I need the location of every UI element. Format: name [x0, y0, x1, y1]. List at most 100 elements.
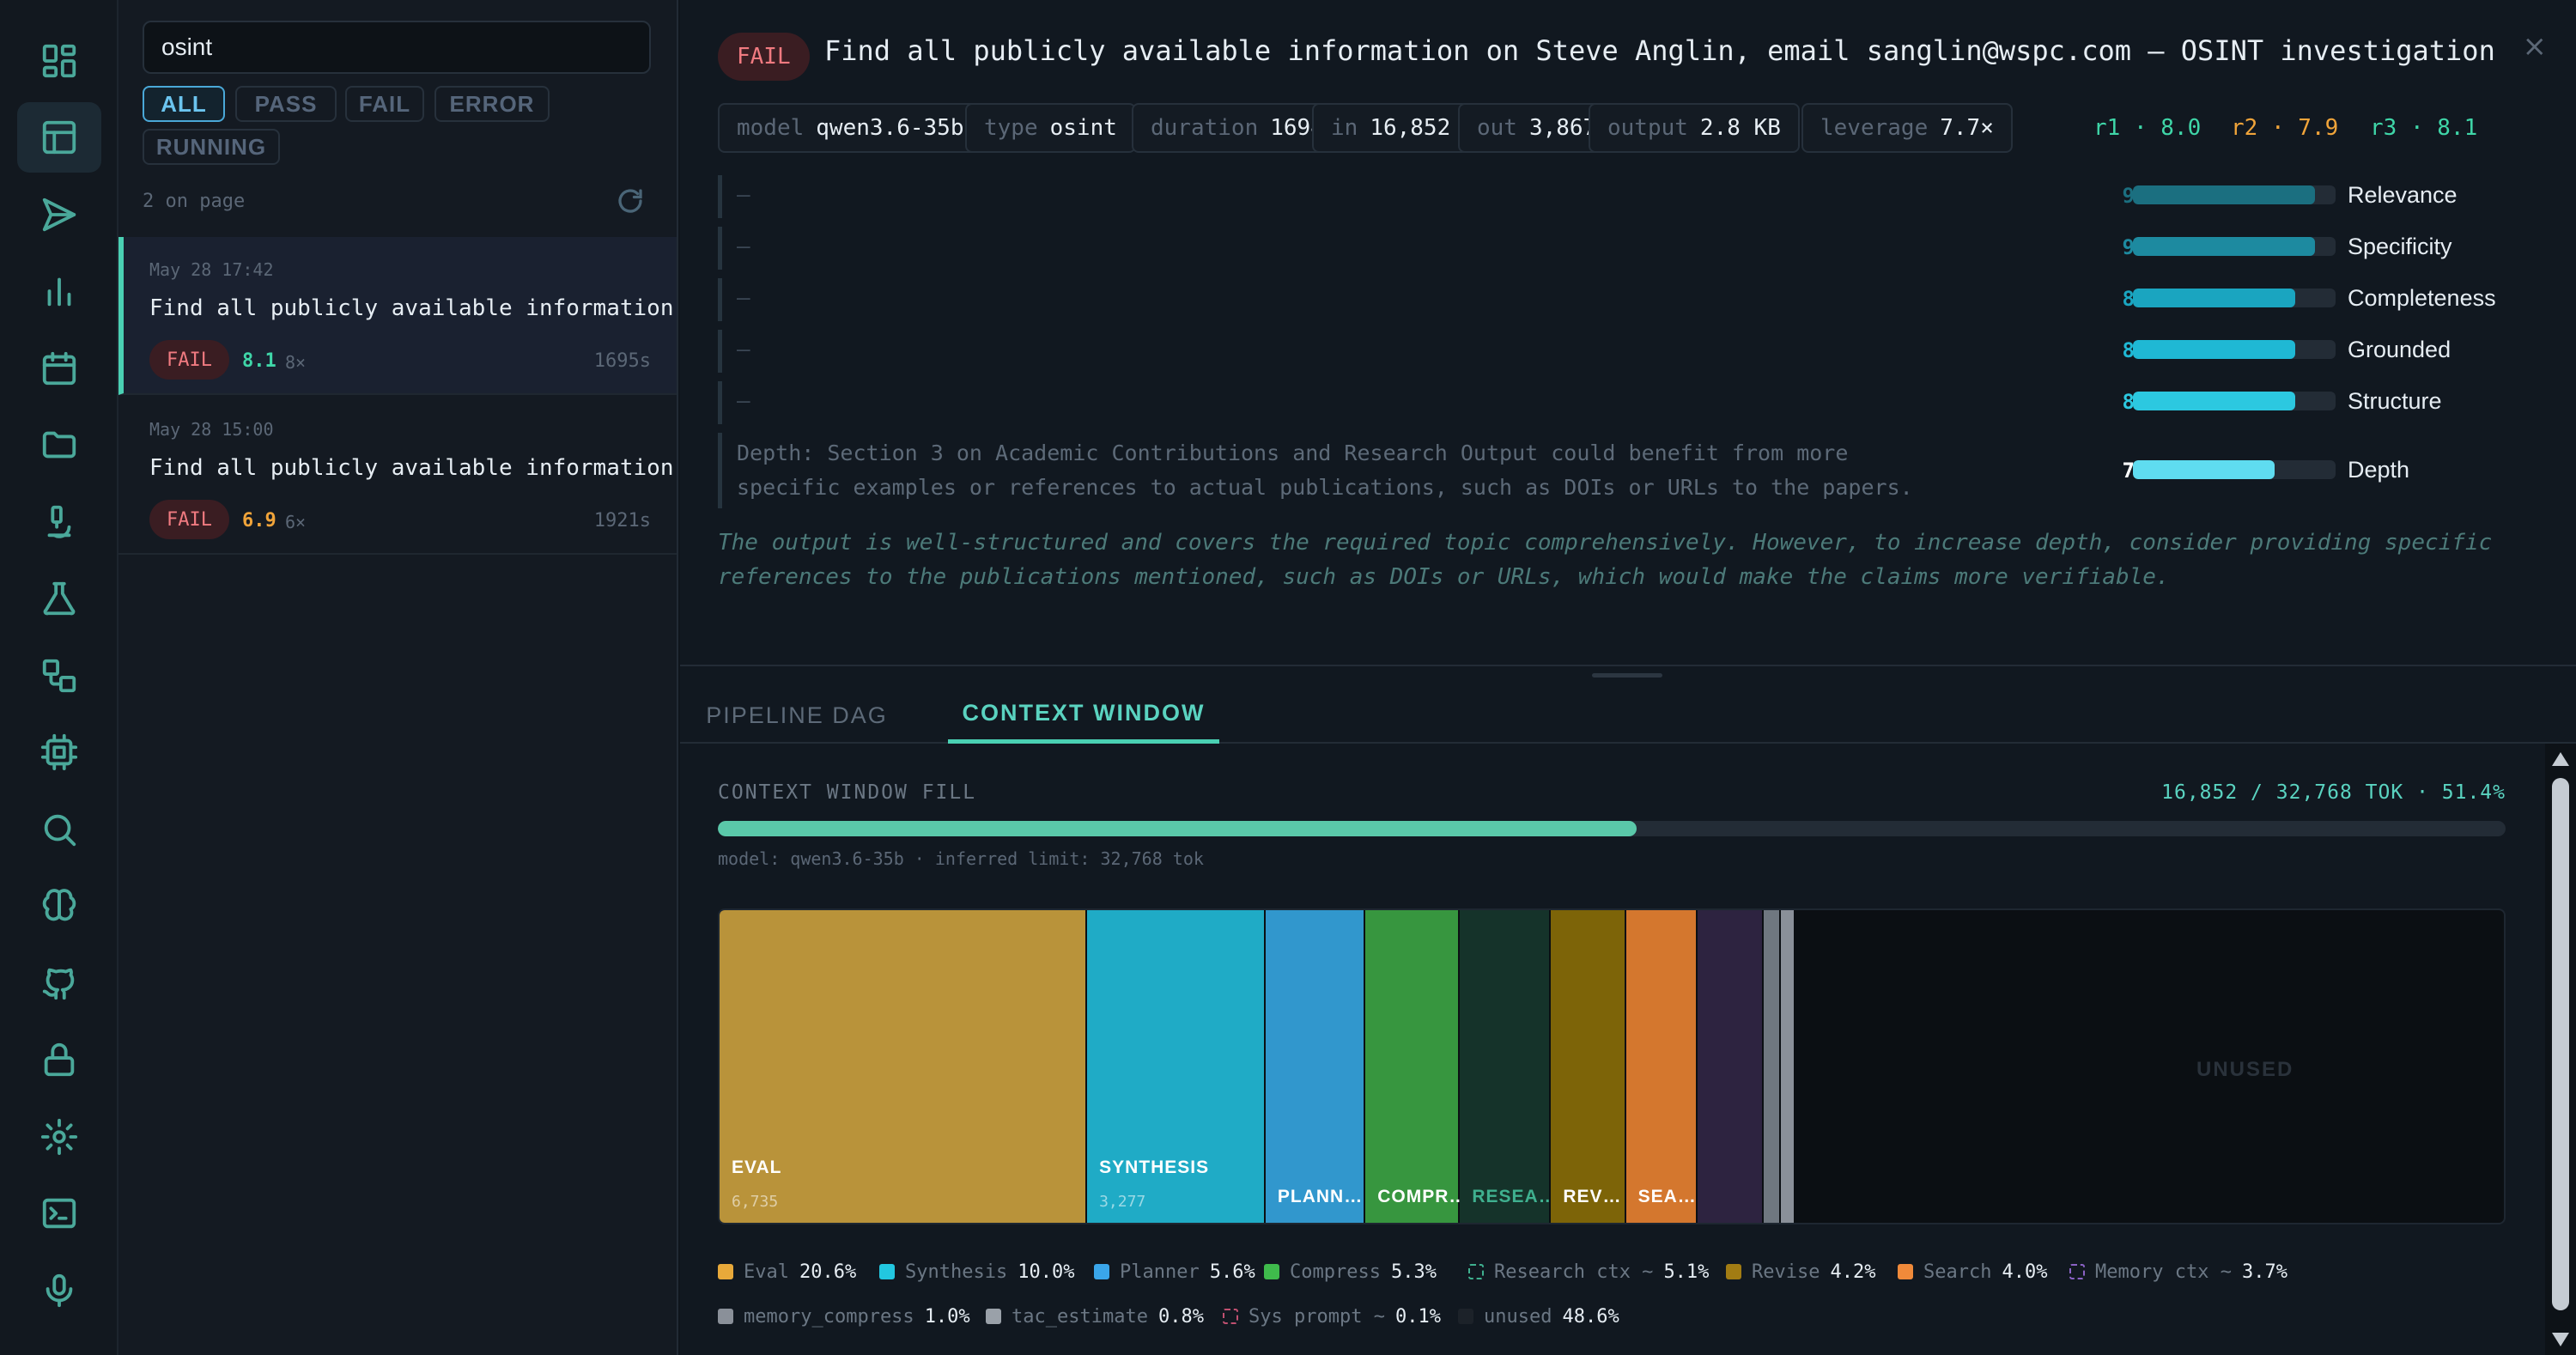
context-heading: CONTEXT WINDOW FILL [718, 781, 977, 804]
run-date: May 28 15:00 [149, 419, 274, 440]
context-segment[interactable]: COMPR… [1365, 910, 1467, 1223]
critique-empty: — [737, 234, 750, 259]
filter-chip-pass[interactable]: PASS [235, 86, 337, 122]
context-fill-bar-fill [718, 821, 1637, 836]
microscope-icon[interactable] [17, 487, 101, 557]
critique-bar [718, 433, 722, 508]
meta-value: 3,867 [1528, 115, 1597, 141]
filter-chip-error[interactable]: ERROR [434, 86, 550, 122]
score-label: Completeness [2348, 285, 2496, 311]
legend-name: Memory ctx ~ [2095, 1261, 2232, 1283]
brain-icon[interactable] [17, 871, 101, 941]
legend-swatch [1458, 1309, 1473, 1324]
status-badge: FAIL [718, 33, 810, 81]
meta-key: leverage [1820, 115, 1929, 141]
segment-tokens: 3,277 [1099, 1193, 1146, 1211]
context-segment[interactable] [1795, 910, 1798, 1223]
context-segment[interactable]: PLANN… [1265, 910, 1366, 1223]
status-badge: FAIL [149, 500, 229, 539]
refresh-icon[interactable] [615, 185, 646, 216]
dashboard-icon[interactable] [17, 26, 101, 96]
mic-icon[interactable] [17, 1255, 101, 1326]
legend-item: Revise 4.2% [1726, 1259, 1875, 1285]
tab-pipeline-dag[interactable]: PIPELINE DAG [701, 687, 893, 744]
score-bar-fill [2133, 289, 2295, 307]
context-segment[interactable] [1781, 910, 1796, 1223]
score-value: 7 [2122, 459, 2135, 483]
run-list-item[interactable]: May 28 15:00 Find all publicly available … [118, 397, 714, 555]
scrollbar[interactable] [2545, 744, 2576, 1355]
legend-swatch [879, 1264, 895, 1279]
score-bar [2133, 289, 2336, 307]
tab-context-window[interactable]: CONTEXT WINDOW [948, 687, 1219, 744]
search-icon[interactable] [17, 794, 101, 865]
filter-chip-running[interactable]: RUNNING [143, 129, 280, 165]
unused-label: UNUSED [2196, 1058, 2294, 1081]
legend-swatch [1264, 1264, 1279, 1279]
github-icon[interactable] [17, 948, 101, 1018]
scroll-up-arrow[interactable] [2552, 752, 2569, 766]
context-segment[interactable]: REV… [1551, 910, 1626, 1223]
run-list-item[interactable]: May 28 17:42 Find all publicly available … [118, 237, 714, 395]
run-leverage: 6× [285, 512, 307, 532]
legend-name: Revise [1752, 1261, 1820, 1283]
scroll-down-arrow[interactable] [2552, 1333, 2569, 1346]
round-score-r3: r3 · 8.1 [2370, 115, 2478, 141]
close-icon[interactable]: × [2523, 29, 2548, 64]
run-count: 2 on page [143, 191, 246, 212]
meta-value: 16,852 [1370, 115, 1451, 141]
context-segment[interactable] [1697, 910, 1764, 1223]
runs-icon[interactable] [17, 102, 101, 173]
run-duration: 1695s [593, 350, 651, 372]
eval-summary: The output is well-structured and covers… [718, 530, 2493, 590]
search-input[interactable] [143, 21, 651, 74]
legend-percent: 5.3% [1390, 1261, 1437, 1283]
resize-handle[interactable] [1592, 673, 1662, 678]
flask-icon[interactable] [17, 563, 101, 634]
gear-icon[interactable] [17, 1102, 101, 1172]
context-segment[interactable]: EVAL 6,735 [720, 910, 1088, 1223]
calendar-icon[interactable] [17, 333, 101, 404]
score-bar-fill [2133, 237, 2316, 256]
filter-chip-all[interactable]: ALL [143, 86, 225, 122]
context-segment[interactable]: RESEA… [1460, 910, 1557, 1223]
critique-empty: — [737, 388, 750, 414]
round-score-r2: r2 · 7.9 [2231, 115, 2339, 141]
lock-icon[interactable] [17, 1024, 101, 1095]
segment-label: RESEA… [1472, 1187, 1558, 1206]
legend-swatch [718, 1309, 733, 1324]
legend-percent: 4.0% [2002, 1261, 2048, 1283]
meta-value: 2.8 KB [1699, 115, 1781, 141]
context-segment[interactable]: SEA… [1625, 910, 1698, 1223]
meta-key: model [737, 115, 805, 141]
segment-label: SEA… [1637, 1187, 1697, 1206]
score-bar [2133, 237, 2336, 256]
send-icon[interactable] [17, 179, 101, 250]
legend-swatch [1468, 1264, 1484, 1279]
critique-bar [718, 381, 722, 424]
run-item-title: Find all publicly available information … [149, 455, 714, 481]
meta-value: qwen3.6-35b [816, 115, 964, 141]
score-label: Specificity [2348, 234, 2452, 259]
run-list-panel: ALLPASSFAILERRORRUNNING 2 on page May 28… [118, 0, 714, 1355]
legend-swatch [2069, 1264, 2085, 1279]
filter-chip-fail[interactable]: FAIL [345, 86, 424, 122]
context-segment[interactable] [1763, 910, 1782, 1223]
scrollbar-thumb[interactable] [2552, 778, 2569, 1310]
chip-icon[interactable] [17, 717, 101, 787]
legend-item: Memory ctx ~ 3.7% [2069, 1259, 2287, 1285]
context-segment[interactable]: SYNTHESIS 3,277 [1087, 910, 1266, 1223]
score-bar [2133, 392, 2336, 410]
legend-item: Synthesis 10.0% [879, 1259, 1074, 1285]
folder-icon[interactable] [17, 410, 101, 480]
score-label: Depth [2348, 457, 2410, 483]
legend-name: Synthesis [905, 1261, 1008, 1283]
legend-percent: 5.6% [1209, 1261, 1255, 1283]
score-value: 9 [2122, 235, 2135, 259]
meta-key: output [1607, 115, 1688, 141]
meta-output: output 2.8 KB [1589, 103, 1800, 153]
legend-name: memory_compress [744, 1305, 914, 1328]
workflow-icon[interactable] [17, 641, 101, 711]
terminal-icon[interactable] [17, 1178, 101, 1249]
chart-icon[interactable] [17, 256, 101, 326]
